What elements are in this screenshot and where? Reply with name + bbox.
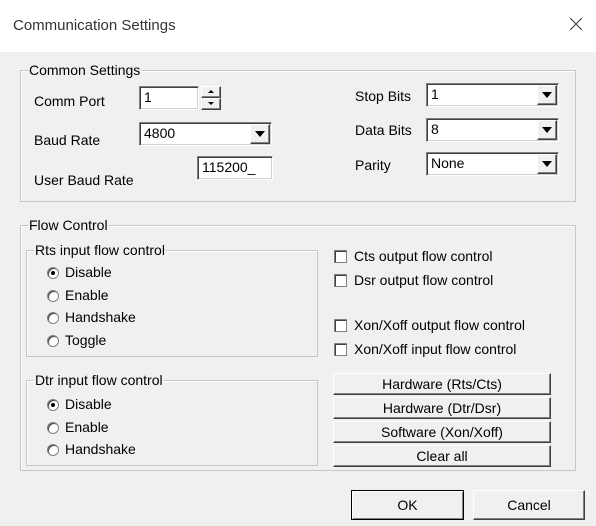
- chevron-down-icon: [255, 131, 265, 137]
- radio-selected-icon: [47, 399, 59, 411]
- radio-icon: [47, 335, 59, 347]
- radio-label: Disable: [65, 264, 112, 280]
- chevron-down-icon: [542, 92, 552, 98]
- cancel-button[interactable]: Cancel: [473, 490, 585, 520]
- baud-rate-value: 4800: [144, 125, 176, 141]
- baud-rate-dropdown-button[interactable]: [250, 124, 270, 144]
- radio-selected-icon: [47, 267, 59, 279]
- radio-icon: [47, 422, 59, 434]
- stop-bits-label: Stop Bits: [355, 88, 412, 104]
- radio-label: Enable: [65, 287, 109, 303]
- data-bits-label: Data Bits: [355, 122, 412, 138]
- user-baud-rate-label: User Baud Rate: [34, 172, 134, 188]
- checkbox-icon: [334, 343, 347, 356]
- chevron-down-icon: [208, 102, 214, 105]
- parity-label: Parity: [355, 157, 391, 173]
- chevron-down-icon: [542, 161, 552, 167]
- flow-control-legend: Flow Control: [28, 217, 109, 233]
- spin-down-button[interactable]: [201, 98, 221, 110]
- baud-rate-select[interactable]: 4800: [139, 122, 272, 146]
- common-settings-legend: Common Settings: [28, 62, 142, 78]
- checkbox-label: Cts output flow control: [354, 248, 493, 264]
- comm-port-spinner[interactable]: [201, 86, 221, 110]
- parity-value: None: [431, 155, 465, 171]
- chevron-up-icon: [208, 90, 214, 93]
- checkbox-label: Dsr output flow control: [354, 272, 494, 288]
- rts-flow-control-legend: Rts input flow control: [34, 242, 166, 258]
- checkbox-icon: [334, 319, 347, 332]
- ok-button[interactable]: OK: [351, 490, 464, 520]
- radio-label: Toggle: [65, 332, 107, 348]
- comm-port-value: 1: [144, 89, 152, 105]
- comm-port-field[interactable]: 1: [139, 86, 199, 110]
- chevron-down-icon: [542, 127, 552, 133]
- close-icon[interactable]: [566, 14, 586, 34]
- radio-label: Disable: [65, 396, 112, 412]
- radio-icon: [47, 444, 59, 456]
- radio-label: Handshake: [65, 441, 136, 457]
- spin-up-button[interactable]: [201, 86, 221, 98]
- radio-icon: [47, 290, 59, 302]
- hardware-dtr-dsr-button[interactable]: Hardware (Dtr/Dsr): [333, 397, 551, 419]
- hardware-rts-cts-button[interactable]: Hardware (Rts/Cts): [333, 373, 551, 395]
- checkbox-icon: [334, 274, 347, 287]
- data-bits-dropdown-button[interactable]: [537, 120, 557, 140]
- stop-bits-dropdown-button[interactable]: [537, 85, 557, 105]
- checkbox-label: Xon/Xoff input flow control: [354, 341, 517, 357]
- baud-rate-label: Baud Rate: [34, 132, 101, 148]
- data-bits-select[interactable]: 8: [426, 118, 559, 142]
- radio-icon: [47, 312, 59, 324]
- checkbox-icon: [334, 250, 347, 263]
- window-title: Communication Settings: [13, 17, 176, 34]
- radio-label: Enable: [65, 419, 109, 435]
- parity-dropdown-button[interactable]: [537, 154, 557, 174]
- checkbox-label: Xon/Xoff output flow control: [354, 317, 525, 333]
- radio-label: Handshake: [65, 309, 136, 325]
- dtr-flow-control-legend: Dtr input flow control: [34, 372, 164, 388]
- stop-bits-value: 1: [431, 86, 439, 102]
- parity-select[interactable]: None: [426, 152, 559, 176]
- user-baud-rate-field[interactable]: 115200_: [197, 156, 273, 180]
- comm-port-label: Comm Port: [34, 93, 105, 109]
- stop-bits-select[interactable]: 1: [426, 83, 559, 107]
- clear-all-button[interactable]: Clear all: [333, 445, 551, 467]
- software-xon-xoff-button[interactable]: Software (Xon/Xoff): [333, 421, 551, 443]
- title-bar: Communication Settings: [0, 0, 596, 52]
- data-bits-value: 8: [431, 121, 439, 137]
- user-baud-rate-value: 115200_: [202, 159, 256, 175]
